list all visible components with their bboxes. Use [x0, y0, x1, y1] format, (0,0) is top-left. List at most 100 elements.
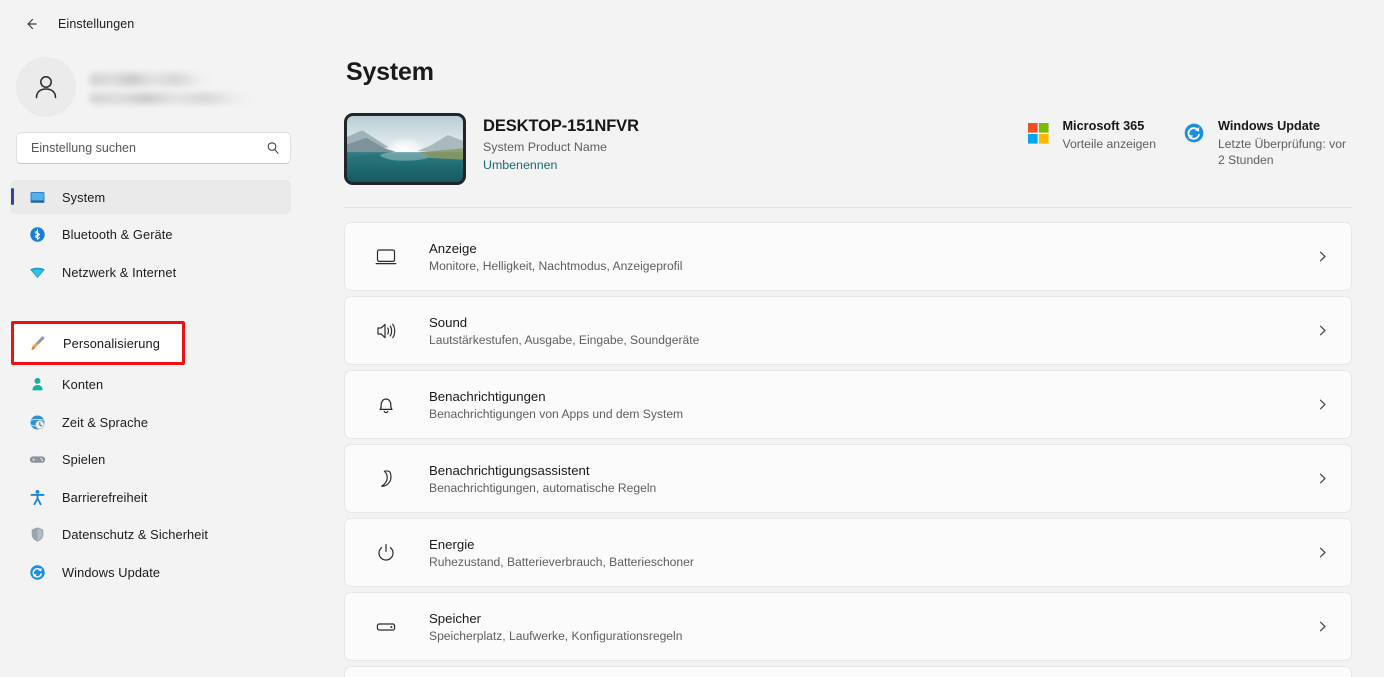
page-title: System	[346, 58, 434, 86]
search-input[interactable]	[29, 140, 258, 156]
person-icon	[35, 76, 57, 99]
sidebar-nav: System Bluetooth & Geräte Netzwerk & Int…	[0, 180, 312, 589]
section-divider	[344, 207, 1352, 208]
bell-icon	[373, 392, 399, 418]
settings-row-title: Energie	[429, 536, 475, 552]
sidebar-item-label: Barrierefreiheit	[62, 489, 148, 505]
info-cards: Microsoft 365 Vorteile anzeigen Windows …	[1026, 113, 1352, 169]
settings-row-next-partial[interactable]	[344, 666, 1352, 677]
account-icon	[28, 376, 46, 394]
info-card-subtitle: Vorteile anzeigen	[1062, 137, 1156, 151]
windows-update-card[interactable]: Windows Update Letzte Überprüfung: vor 2…	[1182, 119, 1352, 169]
settings-row-subtitle: Ruhezustand, Batterieverbrauch, Batterie…	[429, 554, 694, 569]
main-content: System DESKTOP-151NFVR System Product Na…	[312, 0, 1384, 677]
moon-icon	[373, 466, 399, 492]
sidebar-item-windows-update[interactable]: Windows Update	[10, 555, 291, 589]
settings-row-subtitle: Benachrichtigungen, automatische Regeln	[429, 480, 657, 495]
drive-icon	[373, 614, 399, 640]
device-summary: DESKTOP-151NFVR System Product Name Umbe…	[344, 113, 1352, 185]
sidebar-item-label: Bluetooth & Geräte	[62, 227, 173, 242]
settings-row-text: Energie Ruhezustand, Batterieverbrauch, …	[429, 537, 1311, 569]
sidebar-item-system[interactable]: System	[10, 180, 291, 214]
search-box[interactable]	[16, 132, 291, 164]
settings-row-subtitle: Benachrichtigungen von Apps und dem Syst…	[429, 406, 684, 421]
display-icon	[373, 244, 399, 270]
chevron-right-icon[interactable]	[1311, 398, 1333, 411]
sidebar-item-network[interactable]: Netzwerk & Internet	[10, 255, 291, 289]
title-bar: Einstellungen	[0, 0, 1384, 48]
microsoft-logo-icon	[1026, 119, 1050, 144]
chevron-right-icon[interactable]	[1311, 324, 1333, 337]
settings-row-subtitle: Monitore, Helligkeit, Nachtmodus, Anzeig…	[429, 258, 683, 273]
back-button[interactable]	[18, 11, 44, 37]
settings-row-subtitle: Speicherplatz, Laufwerke, Konfigurations…	[429, 628, 683, 643]
globe-clock-icon	[28, 413, 46, 431]
sidebar-item-label: Datenschutz & Sicherheit	[62, 527, 209, 542]
wifi-icon	[28, 263, 46, 281]
arrow-left-icon	[27, 18, 37, 30]
sidebar-item-datenschutz[interactable]: Datenschutz & Sicherheit	[10, 518, 291, 552]
settings-row-title: Benachrichtigungsassistent	[429, 462, 590, 478]
user-identity	[90, 71, 255, 104]
settings-list: Anzeige Monitore, Helligkeit, Nachtmodus…	[344, 222, 1352, 677]
microsoft-365-card[interactable]: Microsoft 365 Vorteile anzeigen	[1026, 119, 1156, 169]
settings-row-sound[interactable]: Sound Lautstärkestufen, Ausgabe, Eingabe…	[344, 296, 1352, 365]
sidebar-item-bluetooth[interactable]: Bluetooth & Geräte	[10, 218, 291, 252]
sidebar-item-konten[interactable]: Konten	[10, 368, 291, 402]
settings-row-energie[interactable]: Energie Ruhezustand, Batterieverbrauch, …	[344, 518, 1352, 587]
monitor-icon	[28, 188, 46, 206]
sidebar: System Bluetooth & Geräte	[0, 0, 312, 677]
user-profile[interactable]	[0, 48, 312, 117]
sidebar-item-label: System	[62, 189, 106, 205]
sync-icon	[1182, 119, 1206, 143]
settings-row-text: Benachrichtigungsassistent Benachrichtig…	[429, 463, 1311, 495]
paintbrush-icon	[29, 334, 47, 352]
device-wallpaper-thumbnail	[344, 113, 466, 185]
window-title: Einstellungen	[58, 17, 135, 31]
user-email-redacted	[90, 92, 255, 104]
chevron-right-icon[interactable]	[1311, 472, 1333, 485]
search-icon	[266, 141, 280, 155]
device-product-name: System Product Name	[483, 140, 607, 154]
power-icon	[373, 540, 399, 566]
info-card-title: Windows Update	[1218, 119, 1321, 133]
user-name-redacted	[90, 72, 212, 86]
avatar	[16, 57, 76, 117]
info-card-subtitle: Letzte Überprüfung: vor 2 Stunden	[1218, 137, 1347, 168]
gamepad-icon	[28, 451, 46, 469]
sidebar-item-barrierefreiheit[interactable]: Barrierefreiheit	[10, 480, 291, 514]
sidebar-item-label: Spielen	[62, 452, 106, 467]
settings-row-title: Benachrichtigungen	[429, 388, 546, 404]
sidebar-item-zeit-sprache[interactable]: Zeit & Sprache	[10, 405, 291, 439]
settings-row-text: Speicher Speicherplatz, Laufwerke, Konfi…	[429, 611, 1311, 643]
sync-icon	[28, 563, 46, 581]
settings-row-anzeige[interactable]: Anzeige Monitore, Helligkeit, Nachtmodus…	[344, 222, 1352, 291]
device-name: DESKTOP-151NFVR	[483, 117, 639, 135]
settings-row-title: Anzeige	[429, 240, 477, 256]
settings-row-text: Sound Lautstärkestufen, Ausgabe, Eingabe…	[429, 315, 1311, 347]
rename-link[interactable]: Umbenennen	[483, 158, 639, 172]
device-meta: DESKTOP-151NFVR System Product Name Umbe…	[483, 113, 639, 172]
sidebar-item-label: Konten	[62, 377, 104, 392]
accessibility-icon	[28, 488, 46, 506]
sidebar-item-label: Personalisierung	[63, 335, 160, 351]
chevron-right-icon[interactable]	[1311, 620, 1333, 633]
device-info: DESKTOP-151NFVR System Product Name Umbe…	[344, 113, 639, 185]
sidebar-item-spielen[interactable]: Spielen	[10, 443, 291, 477]
settings-row-benachrichtigungen[interactable]: Benachrichtigungen Benachrichtigungen vo…	[344, 370, 1352, 439]
chevron-right-icon[interactable]	[1311, 250, 1333, 263]
sidebar-item-label: Zeit & Sprache	[62, 414, 149, 430]
sidebar-item-label: Windows Update	[62, 564, 161, 580]
settings-row-text: Benachrichtigungen Benachrichtigungen vo…	[429, 389, 1311, 421]
settings-row-title: Speicher	[429, 610, 482, 626]
settings-row-benachrichtigungsassistent[interactable]: Benachrichtigungsassistent Benachrichtig…	[344, 444, 1352, 513]
settings-row-title: Sound	[429, 314, 468, 330]
sidebar-item-personalisierung-target[interactable]: Personalisierung	[11, 321, 185, 365]
settings-window: Einstellungen Einstellung suchen System …	[0, 0, 1384, 677]
chevron-right-icon[interactable]	[1311, 546, 1333, 559]
info-card-title: Microsoft 365	[1062, 119, 1145, 133]
settings-row-subtitle: Lautstärkestufen, Ausgabe, Eingabe, Soun…	[429, 332, 700, 347]
settings-row-speicher[interactable]: Speicher Speicherplatz, Laufwerke, Konfi…	[344, 592, 1352, 661]
bluetooth-icon	[28, 226, 46, 244]
speaker-icon	[373, 318, 399, 344]
